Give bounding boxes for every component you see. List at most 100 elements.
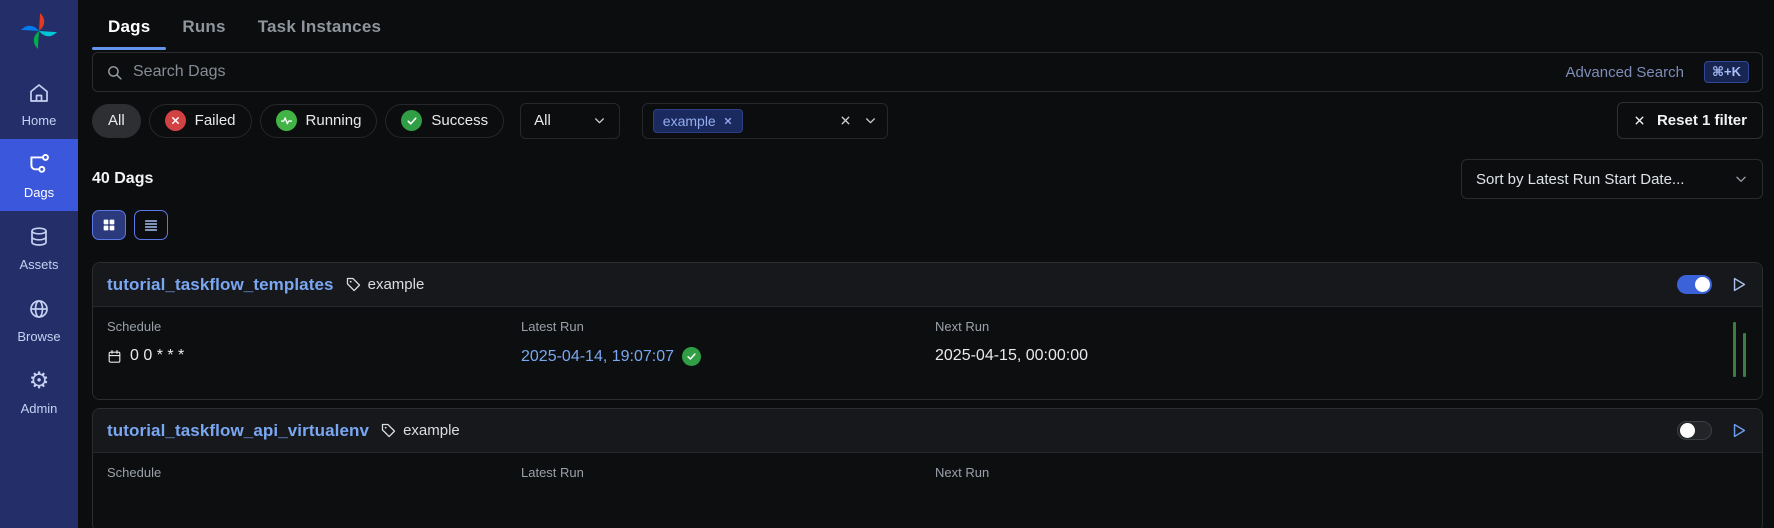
chevron-down-icon [593,114,606,127]
globe-icon [26,296,52,322]
dag-tag: example [345,276,425,293]
next-run-column: Next Run 2025-04-15, 00:00:00 [935,319,1748,379]
trigger-dag-button[interactable] [1729,275,1748,294]
state-chip-all[interactable]: All [92,104,141,138]
hotkey-badge: ⌘+K [1704,61,1749,83]
state-chip-failed[interactable]: Failed [149,104,252,138]
reset-filters-label: Reset 1 filter [1657,112,1747,129]
chip-label: All [108,112,125,129]
sidebar-item-label: Home [22,113,57,128]
top-tabs: Dags Runs Task Instances [92,0,1763,50]
schedule-column: Schedule [107,465,521,511]
sort-select[interactable]: Sort by Latest Run Start Date... [1461,159,1763,199]
dag-name-link[interactable]: tutorial_taskflow_templates [107,275,334,295]
chip-label: Success [431,112,488,129]
state-chip-success[interactable]: Success [385,104,504,138]
trigger-dag-button[interactable] [1729,421,1748,440]
sidebar-item-assets[interactable]: Assets [0,211,78,283]
chip-label: Failed [195,112,236,129]
sidebar-item-admin[interactable]: ⚙ Admin [0,355,78,427]
success-state-icon [401,110,422,131]
sidebar-item-label: Assets [19,257,58,272]
calendar-icon [107,349,122,364]
search-icon [106,64,123,81]
failed-state-icon [165,110,186,131]
latest-run-label: Latest Run [521,465,935,480]
chip-label: Running [306,112,362,129]
sidebar-item-dags[interactable]: Dags [0,139,78,211]
sidebar: Home Dags Assets [0,0,78,528]
dag-icon [26,152,52,178]
next-run-label: Next Run [935,465,1748,480]
paused-filter-value: All [534,112,551,129]
next-run-label: Next Run [935,319,1748,334]
tab-dags[interactable]: Dags [92,11,166,50]
list-header: 40 Dags Sort by Latest Run Start Date... [92,159,1763,199]
chevron-down-icon[interactable] [864,114,877,127]
run-history-bars[interactable] [1733,320,1746,377]
dag-tag-label: example [403,422,460,439]
database-icon [26,224,52,250]
dag-card-body: Schedule 0 0 * * * Latest Run 2025-04-14… [93,307,1762,399]
advanced-search-link[interactable]: Advanced Search [1566,64,1684,81]
running-state-icon [276,110,297,131]
sidebar-item-browse[interactable]: Browse [0,283,78,355]
chevron-down-icon [1734,172,1748,186]
airflow-logo[interactable] [17,9,61,53]
schedule-cron: 0 0 * * * [130,347,184,365]
run-success-badge-icon [682,347,701,366]
next-run-column: Next Run [935,465,1748,511]
schedule-column: Schedule 0 0 * * * [107,319,521,379]
tab-task-instances[interactable]: Task Instances [242,11,397,50]
schedule-label: Schedule [107,319,521,334]
schedule-label: Schedule [107,465,521,480]
dag-pause-toggle[interactable] [1677,275,1712,294]
latest-run-column: Latest Run [521,465,935,511]
next-run-value: 2025-04-15, 00:00:00 [935,347,1748,365]
grid-view-icon [101,217,117,233]
table-view-button[interactable] [134,210,168,240]
toggle-knob [1695,277,1710,292]
dag-card-body: Schedule Latest Run Next Run [93,453,1762,528]
dag-card: tutorial_taskflow_templates example [92,262,1763,400]
sidebar-item-label: Admin [21,401,58,416]
dag-card-header: tutorial_taskflow_templates example [93,263,1762,307]
tag-filter-label: example [663,113,716,129]
tab-runs[interactable]: Runs [166,11,241,50]
tag-filter-multiselect[interactable]: example [642,103,888,139]
sidebar-item-label: Dags [24,185,54,200]
card-view-button[interactable] [92,210,126,240]
remove-tag-icon[interactable] [723,116,733,126]
search-bar: Advanced Search ⌘+K [92,52,1763,92]
clear-tags-icon[interactable] [839,114,852,127]
dag-card-header: tutorial_taskflow_api_virtualenv example [93,409,1762,453]
filter-row: All Failed Running S [92,102,1763,139]
sidebar-item-label: Browse [17,329,60,344]
dag-tag-label: example [368,276,425,293]
tag-icon [380,422,397,439]
sort-select-value: Sort by Latest Run Start Date... [1476,171,1684,188]
latest-run-label: Latest Run [521,319,935,334]
search-input[interactable] [133,63,1556,81]
view-toggle-group [92,210,1763,240]
schedule-value: 0 0 * * * [107,347,521,365]
sidebar-item-home[interactable]: Home [0,67,78,139]
latest-run-link[interactable]: 2025-04-14, 19:07:07 [521,348,674,366]
home-icon [26,80,52,106]
gear-icon: ⚙ [26,368,52,394]
dag-name-link[interactable]: tutorial_taskflow_api_virtualenv [107,421,369,441]
reset-filters-button[interactable]: Reset 1 filter [1617,102,1763,139]
toggle-knob [1680,423,1695,438]
tag-filter-pill: example [653,109,743,133]
close-icon [1633,114,1646,127]
tag-icon [345,276,362,293]
dag-tag: example [380,422,460,439]
dag-pause-toggle[interactable] [1677,421,1712,440]
main-content: Dags Runs Task Instances Advanced Search… [78,0,1774,528]
paused-filter-select[interactable]: All [520,103,620,139]
dag-count: 40 Dags [92,170,153,188]
latest-run-column: Latest Run 2025-04-14, 19:07:07 [521,319,935,379]
state-chip-running[interactable]: Running [260,104,378,138]
dag-card: tutorial_taskflow_api_virtualenv example [92,408,1763,528]
list-view-icon [143,217,159,233]
